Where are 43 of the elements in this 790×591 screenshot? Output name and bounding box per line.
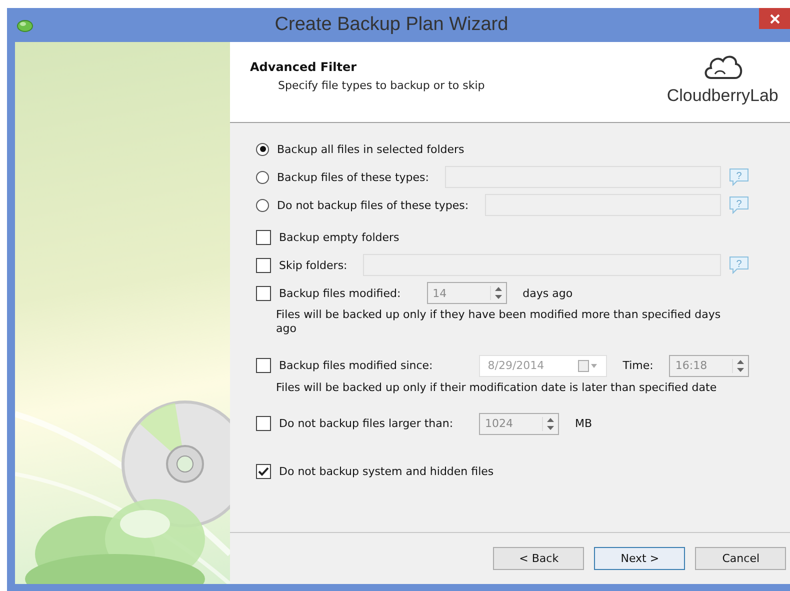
radio-button[interactable] — [256, 170, 269, 184]
checkbox[interactable] — [256, 230, 271, 244]
wizard-button[interactable]: Next > — [594, 547, 686, 570]
option-label: Do not backup system and hidden files — [279, 465, 494, 478]
field-label: Time: — [622, 359, 654, 372]
spinner-field[interactable]: 1024 — [479, 412, 560, 435]
option-label: Backup files of these types: — [277, 170, 429, 184]
checkbox[interactable] — [256, 416, 271, 432]
option-label: Backup files modified since: — [279, 359, 433, 372]
spinner-field[interactable]: 16:18 — [669, 354, 750, 377]
field-label: days ago — [522, 286, 573, 300]
spinner-arrows-icon[interactable] — [736, 358, 746, 373]
option-label: Backup all files in selected folders — [277, 142, 464, 156]
hint-text: Files will be backed up only if their modification date is later than specified date — [276, 380, 718, 395]
wizard-button[interactable]: Cancel — [695, 547, 786, 570]
field-label: MB — [575, 417, 592, 430]
checkbox[interactable] — [256, 358, 271, 374]
window-title: Create Backup Plan Wizard — [274, 14, 510, 36]
page-subtitle: Specify file types to backup or to skip — [278, 79, 485, 92]
option-label: Skip folders: — [279, 258, 348, 272]
date-picker[interactable]: 8/29/2014 — [478, 354, 607, 377]
wizard-button[interactable]: < Back — [493, 547, 584, 570]
close-icon[interactable] — [770, 14, 780, 24]
spinner-field[interactable]: 14 — [426, 282, 507, 304]
checkbox[interactable] — [256, 286, 271, 300]
spinner-arrows-icon[interactable] — [494, 286, 503, 300]
hint-text: Files will be backed up only if they have been modified more than specified days ago — [276, 308, 722, 337]
help-icon[interactable]: ? — [729, 196, 750, 214]
cloud-icon — [17, 18, 33, 32]
help-icon[interactable]: ? — [729, 256, 750, 274]
spinner-arrows-icon[interactable] — [546, 416, 556, 431]
option-label: Do not backup files larger than: — [279, 417, 454, 430]
option-label: Backup files modified: — [279, 286, 401, 300]
page-title: Advanced Filter — [250, 60, 358, 74]
option-label: Do not backup files of these types: — [277, 198, 469, 212]
logo-text: CloudberryLab — [666, 86, 778, 106]
option-label: Backup empty folders — [279, 230, 400, 244]
close-button[interactable] — [759, 8, 790, 29]
help-icon[interactable]: ? — [729, 168, 750, 186]
checkbox[interactable] — [256, 258, 271, 272]
checkbox[interactable] — [256, 464, 271, 480]
radio-button[interactable] — [256, 142, 269, 156]
radio-button[interactable] — [256, 198, 269, 212]
